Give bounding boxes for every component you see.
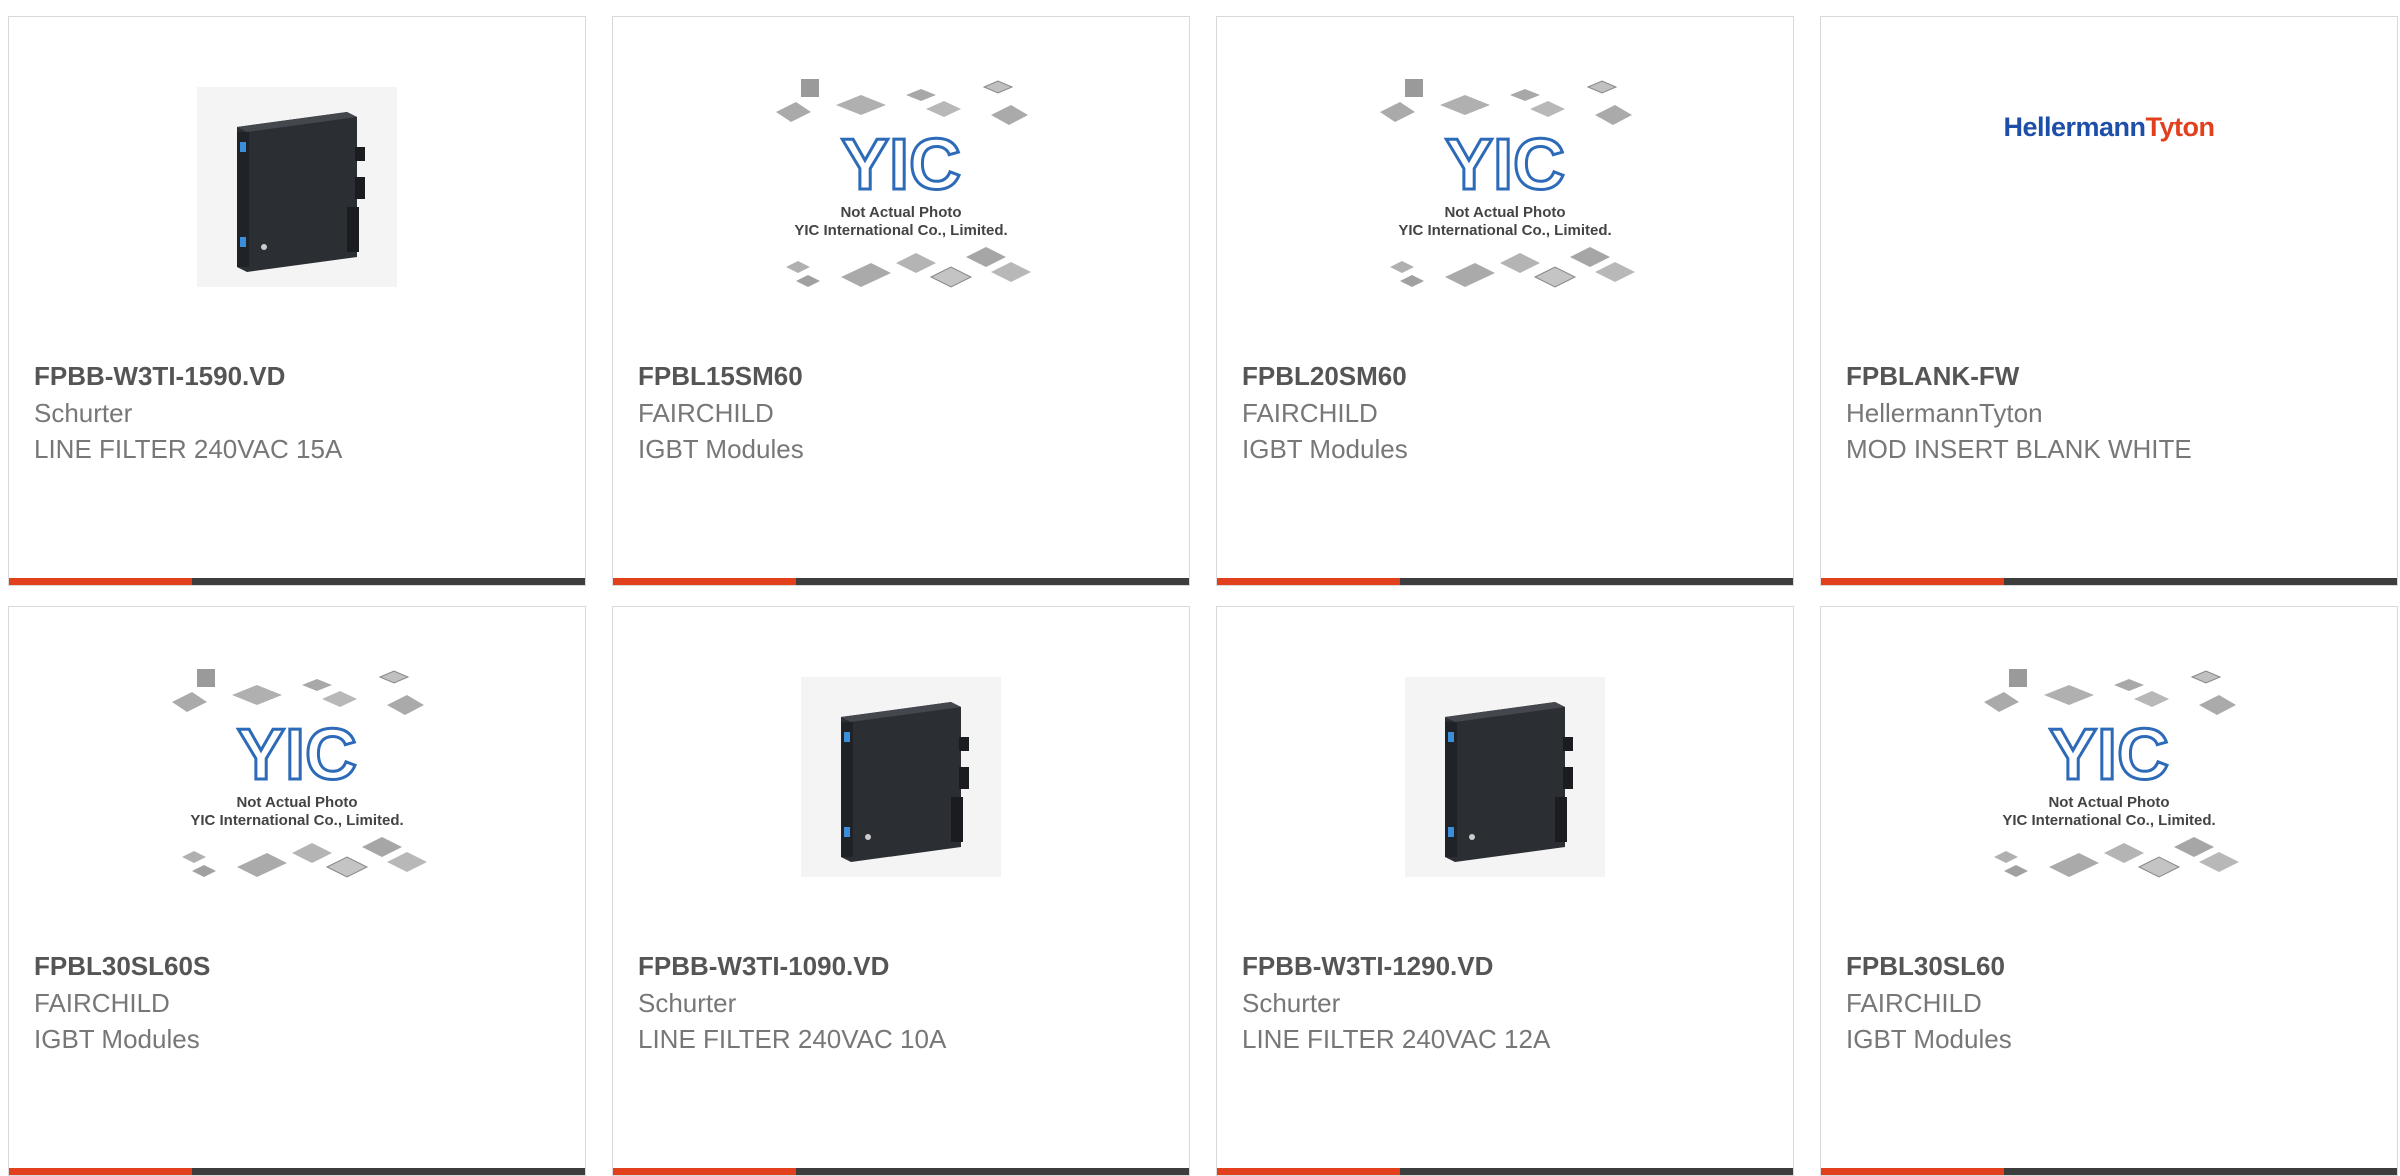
yic-logo: YIC	[237, 715, 357, 795]
placeholder-line1: Not Actual Photo	[1444, 204, 1565, 221]
placeholder-line1: Not Actual Photo	[840, 204, 961, 221]
product-image[interactable]: YIC Not Actual Photo YIC International C…	[9, 607, 585, 947]
product-image[interactable]: HellermannTyton	[1821, 17, 2397, 357]
card-accent-bar	[9, 578, 192, 585]
product-image[interactable]: YIC Not Actual Photo YIC International C…	[1217, 17, 1793, 357]
card-bottom-bar	[1217, 578, 1793, 585]
not-actual-photo-placeholder: YIC Not Actual Photo YIC International C…	[1370, 67, 1640, 307]
product-card[interactable]: FPBB-W3TI-1090.VD Schurter LINE FILTER 240…	[612, 606, 1190, 1176]
description: LINE FILTER 240VAC 15A	[34, 434, 343, 464]
manufacturer: FAIRCHILD	[638, 398, 774, 428]
part-number-link[interactable]: FPBB-W3TI-1090.VD	[638, 947, 1169, 985]
product-card[interactable]: YIC Not Actual Photo YIC International C…	[612, 16, 1190, 586]
card-accent-bar	[1821, 1168, 2004, 1175]
product-info: FPBB-W3TI-1290.VD Schurter LINE FILTER 240…	[1242, 947, 1773, 1057]
not-actual-photo-placeholder: YIC Not Actual Photo YIC International C…	[162, 657, 432, 897]
card-accent-bar	[1821, 578, 2004, 585]
card-bottom-bar	[1217, 1168, 1793, 1175]
product-image[interactable]	[1217, 607, 1793, 947]
description: LINE FILTER 240VAC 12A	[1242, 1024, 1551, 1054]
part-number-link[interactable]: FPBB-W3TI-1590.VD	[34, 357, 565, 395]
product-card[interactable]: FPBB-W3TI-1290.VD Schurter LINE FILTER 240…	[1216, 606, 1794, 1176]
card-accent-bar	[1217, 578, 1400, 585]
line-filter-photo	[197, 87, 397, 287]
product-info: FPBL20SM60 FAIRCHILD IGBT Modules	[1242, 357, 1773, 467]
description: IGBT Modules	[1242, 434, 1408, 464]
placeholder-line2: YIC International Co., Limited.	[794, 222, 1007, 239]
part-number-link[interactable]: FPBLANK-FW	[1846, 357, 2377, 395]
part-number-link[interactable]: FPBL15SM60	[638, 357, 1169, 395]
card-accent-bar	[9, 1168, 192, 1175]
manufacturer: Schurter	[638, 988, 737, 1018]
placeholder-line2: YIC International Co., Limited.	[2002, 812, 2215, 829]
yic-logo: YIC	[841, 125, 961, 205]
product-info: FPBLANK-FW HellermannTyton MOD INSERT BLAN…	[1846, 357, 2377, 467]
line-filter-photo	[1405, 677, 1605, 877]
product-info: FPBB-W3TI-1090.VD Schurter LINE FILTER 240…	[638, 947, 1169, 1057]
product-card[interactable]: HellermannTyton FPBLANK-FW HellermannTyton…	[1820, 16, 2398, 586]
card-bottom-bar	[1821, 1168, 2397, 1175]
hellermanntyton-logo: HellermannTyton	[2003, 111, 2215, 142]
description: IGBT Modules	[638, 434, 804, 464]
manufacturer: FAIRCHILD	[1846, 988, 1982, 1018]
placeholder-line2: YIC International Co., Limited.	[1398, 222, 1611, 239]
card-bottom-bar	[613, 578, 1189, 585]
part-number-link[interactable]: FPBB-W3TI-1290.VD	[1242, 947, 1773, 985]
manufacturer: Schurter	[1242, 988, 1341, 1018]
placeholder-line1: Not Actual Photo	[2048, 794, 2169, 811]
product-info: FPBB-W3TI-1590.VD Schurter LINE FILTER 240…	[34, 357, 565, 467]
card-accent-bar	[613, 1168, 796, 1175]
placeholder-line2: YIC International Co., Limited.	[190, 812, 403, 829]
description: IGBT Modules	[34, 1024, 200, 1054]
card-accent-bar	[613, 578, 796, 585]
not-actual-photo-placeholder: YIC Not Actual Photo YIC International C…	[1974, 657, 2244, 897]
product-card[interactable]: YIC Not Actual Photo YIC International C…	[1216, 16, 1794, 586]
line-filter-photo	[801, 677, 1001, 877]
description: IGBT Modules	[1846, 1024, 2012, 1054]
yic-logo: YIC	[2049, 715, 2169, 795]
product-image[interactable]: YIC Not Actual Photo YIC International C…	[1821, 607, 2397, 947]
card-accent-bar	[1217, 1168, 1400, 1175]
product-info: FPBL30SL60S FAIRCHILD IGBT Modules	[34, 947, 565, 1057]
part-number-link[interactable]: FPBL30SL60	[1846, 947, 2377, 985]
manufacturer: FAIRCHILD	[1242, 398, 1378, 428]
yic-logo: YIC	[1445, 125, 1565, 205]
card-bottom-bar	[1821, 578, 2397, 585]
part-number-link[interactable]: FPBL20SM60	[1242, 357, 1773, 395]
part-number-link[interactable]: FPBL30SL60S	[34, 947, 565, 985]
manufacturer: Schurter	[34, 398, 133, 428]
product-info: FPBL15SM60 FAIRCHILD IGBT Modules	[638, 357, 1169, 467]
card-bottom-bar	[613, 1168, 1189, 1175]
product-grid: FPBB-W3TI-1590.VD Schurter LINE FILTER 240…	[0, 0, 2400, 1176]
description: MOD INSERT BLANK WHITE	[1846, 434, 2192, 464]
card-bottom-bar	[9, 1168, 585, 1175]
product-image[interactable]: YIC Not Actual Photo YIC International C…	[613, 17, 1189, 357]
product-card[interactable]: YIC Not Actual Photo YIC International C…	[8, 606, 586, 1176]
product-card[interactable]: FPBB-W3TI-1590.VD Schurter LINE FILTER 240…	[8, 16, 586, 586]
product-card[interactable]: YIC Not Actual Photo YIC International C…	[1820, 606, 2398, 1176]
placeholder-line1: Not Actual Photo	[236, 794, 357, 811]
card-bottom-bar	[9, 578, 585, 585]
not-actual-photo-placeholder: YIC Not Actual Photo YIC International C…	[766, 67, 1036, 307]
description: LINE FILTER 240VAC 10A	[638, 1024, 947, 1054]
product-image[interactable]	[613, 607, 1189, 947]
manufacturer: HellermannTyton	[1846, 398, 2043, 428]
product-image[interactable]	[9, 17, 585, 357]
manufacturer: FAIRCHILD	[34, 988, 170, 1018]
product-info: FPBL30SL60 FAIRCHILD IGBT Modules	[1846, 947, 2377, 1057]
